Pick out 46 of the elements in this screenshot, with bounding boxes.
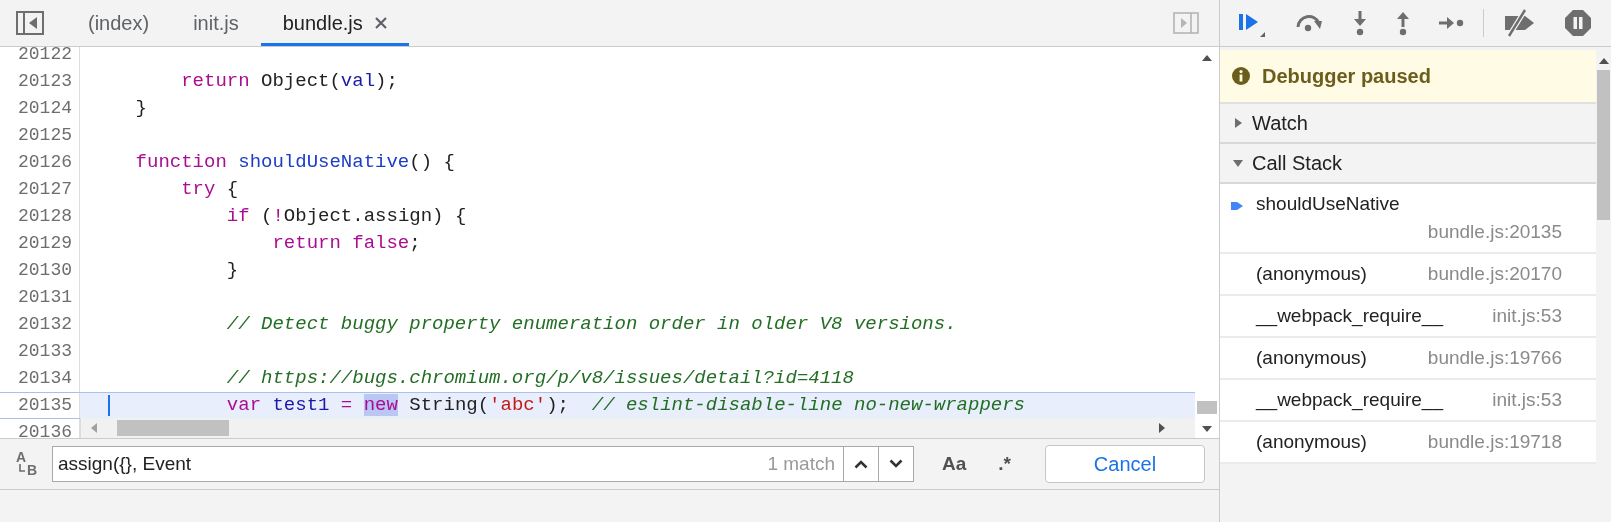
scroll-thumb[interactable] — [1597, 70, 1610, 220]
pause-on-exceptions-icon[interactable] — [1564, 9, 1592, 37]
step-out-icon[interactable] — [1395, 10, 1411, 36]
info-icon — [1232, 67, 1250, 85]
step-icon[interactable] — [1438, 16, 1464, 30]
search-field[interactable]: assign({}, Event 1 match — [52, 446, 914, 482]
replace-toggle[interactable]: A B — [16, 451, 38, 477]
close-icon[interactable] — [374, 17, 387, 29]
code-line: } — [134, 97, 147, 119]
match-count: 1 match — [767, 453, 836, 475]
scroll-up-icon[interactable] — [1202, 55, 1212, 61]
panel-toggle-icon[interactable] — [1173, 12, 1199, 34]
code-line: var test1 = new String('abc'); // eslint-disable-line no-new-wrappers — [225, 394, 1025, 416]
line-number: 20135 — [0, 393, 80, 418]
code-line: return Object(val); — [180, 70, 398, 92]
code-line: function shouldUseNative() { — [134, 151, 455, 173]
text-cursor — [108, 395, 110, 416]
scrollbar[interactable] — [80, 418, 1195, 438]
code-line: try { — [180, 178, 239, 200]
scroll-down-icon[interactable] — [1202, 426, 1212, 432]
step-into-icon[interactable] — [1352, 10, 1368, 36]
call-frame[interactable]: __webpack_require__ init.js:53 — [1220, 296, 1596, 338]
chevron-up-icon — [854, 459, 868, 469]
regex-button[interactable]: .* — [992, 451, 1017, 477]
section-header[interactable]: Watch — [1220, 104, 1596, 144]
code-line: return false; — [271, 232, 421, 254]
editor-tab[interactable]: (index) — [66, 0, 172, 46]
sidebar-toggle-icon[interactable] — [16, 11, 44, 35]
code-line: // https://bugs.chromium.org/p/v8/issues/detail?id=4118 — [225, 367, 854, 389]
call-frame[interactable]: __webpack_require__ init.js:53 — [1220, 380, 1596, 422]
chevron-down-icon — [889, 459, 903, 469]
editor-tab[interactable]: init.js — [171, 0, 261, 46]
code-line: } — [225, 259, 239, 281]
cancel-button[interactable]: Cancel — [1045, 445, 1205, 483]
scroll-thumb[interactable] — [1197, 401, 1217, 414]
search-input[interactable]: assign({}, Event — [53, 453, 768, 475]
match-case-button[interactable]: Aa — [936, 451, 973, 477]
call-frame[interactable]: (anonymous) bundle.js:19718 — [1220, 422, 1596, 464]
code-line: // Detect buggy property enumeration order in older V8 versions. — [225, 313, 957, 335]
status-text: Debugger paused — [1262, 64, 1431, 88]
scroll-up-icon[interactable] — [1598, 58, 1609, 64]
call-frame[interactable]: (anonymous) bundle.js:20170 — [1220, 254, 1596, 296]
code-line: if (!Object.assign) { — [225, 205, 467, 227]
scroll-thumb[interactable] — [117, 420, 229, 436]
call-frame[interactable]: (anonymous) bundle.js:19766 — [1220, 338, 1596, 380]
call-frame[interactable]: shouldUseNative bundle.js:20135 — [1220, 184, 1596, 254]
